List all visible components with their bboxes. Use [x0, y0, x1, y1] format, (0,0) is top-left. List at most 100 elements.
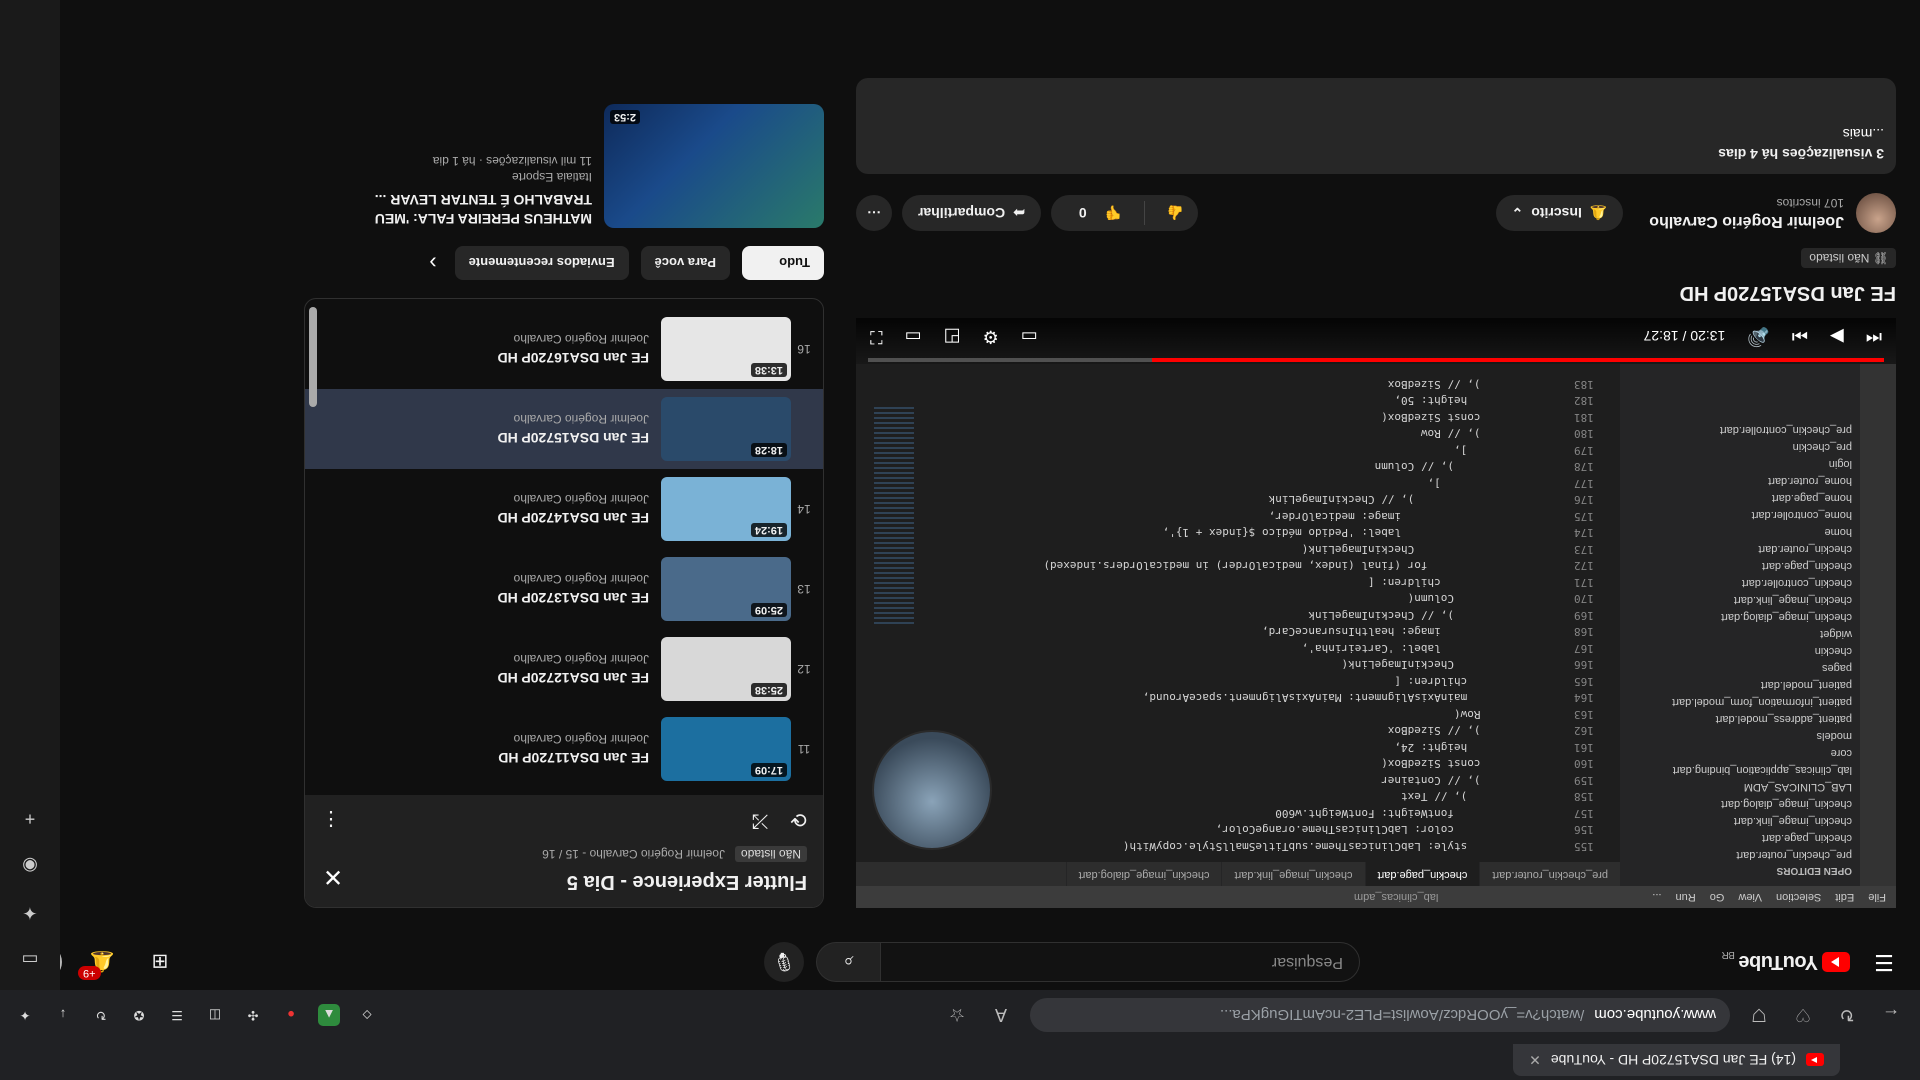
- play-icon[interactable]: ▶: [1830, 326, 1844, 347]
- explorer-item[interactable]: LAB_CLINICAS_ADM: [1628, 776, 1852, 793]
- miniplayer-icon[interactable]: ◰: [944, 326, 961, 347]
- explorer-item[interactable]: core: [1628, 742, 1852, 759]
- more-icon[interactable]: ⋮: [321, 807, 341, 832]
- chip-recently-uploaded[interactable]: Enviados recentemente: [454, 246, 629, 280]
- settings-icon[interactable]: ⚙: [983, 326, 999, 347]
- playlist-item[interactable]: 18:28 FE Jan DSA15720P HD Joelmir Rogério …: [305, 389, 823, 469]
- explorer-item[interactable]: checkin_page.dart: [1628, 827, 1852, 844]
- playlist-item[interactable]: 12 25:38 FE Jan DSA12720P HD Joelmir Rogéri…: [305, 629, 823, 709]
- previous-icon[interactable]: ⏮: [1866, 326, 1882, 347]
- extension-red-icon[interactable]: ●: [280, 1004, 302, 1026]
- chip-for-you[interactable]: Para você: [640, 246, 730, 280]
- explorer-item[interactable]: login: [1628, 453, 1852, 470]
- playlist-item-thumbnail[interactable]: 25:38: [661, 637, 791, 701]
- recommended-title-line1[interactable]: MATHEUS PEREIRA FALA: 'MEU: [375, 209, 592, 228]
- video-player[interactable]: File Edit Selection View Go Run ... lab_…: [856, 318, 1896, 908]
- playlist-item[interactable]: 13 25:09 FE Jan DSA13720P HD Joelmir Rogéri…: [305, 549, 823, 629]
- read-aloud-icon[interactable]: A: [986, 1000, 1016, 1030]
- chip-all[interactable]: Tudo: [742, 246, 824, 280]
- explorer-item[interactable]: checkin_image_link.dart: [1628, 589, 1852, 606]
- dislike-button[interactable]: 👎 0: [1051, 205, 1136, 222]
- menu-icon[interactable]: ☰: [1864, 942, 1904, 982]
- shield-icon[interactable]: ⛉: [1744, 1000, 1774, 1030]
- captions-icon[interactable]: ▭: [1021, 326, 1038, 347]
- volume-icon[interactable]: 🔊: [1747, 326, 1769, 347]
- playlist-item-thumbnail[interactable]: 17:09: [661, 717, 791, 781]
- recommended-video[interactable]: 2:53 MATHEUS PEREIRA FALA: 'MEU TRABALHO…: [304, 104, 824, 228]
- search-button[interactable]: ⌕: [816, 942, 880, 982]
- playlist-item-thumbnail[interactable]: 19:24: [661, 477, 791, 541]
- recommended-title-line2[interactable]: TRABALHO É TENTAR LEVAR ...: [375, 190, 592, 209]
- history-icon[interactable]: ↻: [90, 1004, 112, 1026]
- explorer-item[interactable]: patient_address_model.dart: [1628, 708, 1852, 725]
- create-video-button[interactable]: ⊞: [142, 944, 178, 980]
- fullscreen-icon[interactable]: ⛶: [870, 326, 883, 347]
- explorer-item[interactable]: pre_checkin_controller.dart: [1628, 419, 1852, 436]
- explorer-item[interactable]: home: [1628, 521, 1852, 538]
- next-icon[interactable]: ⏭: [1792, 326, 1808, 347]
- search-input[interactable]: Pesquisar: [880, 942, 1360, 982]
- browser-tab[interactable]: (14) FE Jan DSA15720P HD - YouTube ✕: [1513, 1044, 1840, 1076]
- extension-green-icon[interactable]: ▲: [318, 1004, 340, 1026]
- favorites-icon[interactable]: ✪: [128, 1004, 150, 1026]
- recommended-thumbnail[interactable]: 2:53: [604, 104, 824, 228]
- channel-avatar[interactable]: [1856, 193, 1896, 233]
- explorer-item[interactable]: patient_information_form_model.dart: [1628, 691, 1852, 708]
- add-icon[interactable]: +: [25, 808, 36, 829]
- chevron-right-icon[interactable]: ›: [429, 250, 436, 276]
- explorer-item[interactable]: home_page.dart: [1628, 487, 1852, 504]
- explorer-item[interactable]: pre_checkin_router.dart: [1628, 844, 1852, 861]
- explorer-item[interactable]: pre_checkin: [1628, 436, 1852, 453]
- explorer-item[interactable]: checkin_controller.dart: [1628, 572, 1852, 589]
- explorer-item[interactable]: home_controller.dart: [1628, 504, 1852, 521]
- explorer-item[interactable]: checkin_image_link.dart: [1628, 810, 1852, 827]
- playlist-item[interactable]: 16 13:38 FE Jan DSA16720P HD Joelmir Rogéri…: [305, 309, 823, 389]
- back-button[interactable]: ←: [1876, 1000, 1906, 1030]
- explorer-item[interactable]: checkin_page.dart: [1628, 555, 1852, 572]
- more-actions-button[interactable]: ⋯: [856, 195, 892, 231]
- explorer-item[interactable]: pages: [1628, 657, 1852, 674]
- voice-search-button[interactable]: 🎙: [764, 942, 804, 982]
- address-bar[interactable]: www.youtube.com/watch?v=_yOORdcz/Aowlist…: [1030, 998, 1730, 1032]
- explorer-item[interactable]: widget: [1628, 623, 1852, 640]
- explorer-item[interactable]: checkin_router.dart: [1628, 538, 1852, 555]
- subscribed-button[interactable]: 🔔 Inscrito ⌄: [1495, 195, 1624, 231]
- explorer-item[interactable]: checkin: [1628, 640, 1852, 657]
- reload-button[interactable]: ↻: [1832, 1000, 1862, 1030]
- theater-icon[interactable]: ▭: [905, 326, 922, 347]
- progress-bar[interactable]: [868, 358, 1884, 362]
- playlist-item[interactable]: 14 19:24 FE Jan DSA14720P HD Joelmir Rogéri…: [305, 469, 823, 549]
- youtube-logo[interactable]: YouTube BR: [1722, 950, 1850, 975]
- explorer-item[interactable]: models: [1628, 725, 1852, 742]
- explorer-item[interactable]: patient_model.dart: [1628, 674, 1852, 691]
- download-icon[interactable]: ↓: [52, 1004, 74, 1026]
- shuffle-icon[interactable]: ⤮: [752, 807, 768, 832]
- share-button[interactable]: ➦ Compartilhar: [902, 195, 1041, 231]
- description-more[interactable]: ...mais: [868, 126, 1884, 142]
- playlist-item-thumbnail[interactable]: 18:28: [661, 397, 791, 461]
- like-button[interactable]: 👍: [1153, 205, 1198, 222]
- extension-icon[interactable]: ⬦: [356, 1004, 378, 1026]
- close-icon[interactable]: ✕: [1529, 1052, 1541, 1069]
- playlist-item-thumbnail[interactable]: 13:38: [661, 317, 791, 381]
- close-icon[interactable]: ✕: [323, 862, 343, 891]
- explorer-item[interactable]: checkin_image_dialog.dart: [1628, 606, 1852, 623]
- playlist-title[interactable]: Flutter Experience - Dia 5: [321, 870, 807, 893]
- discover-icon[interactable]: ◉: [22, 855, 38, 876]
- description-box[interactable]: 3 visualizações há 4 dias ...mais: [856, 78, 1896, 174]
- split-screen-icon[interactable]: ◫: [204, 1004, 226, 1026]
- notifications-button[interactable]: 🔔 +9: [78, 944, 120, 980]
- favorite-icon[interactable]: ♡: [1788, 1000, 1818, 1030]
- explorer-item[interactable]: home_router.dart: [1628, 470, 1852, 487]
- loop-icon[interactable]: ⟳: [790, 807, 807, 832]
- explorer-item[interactable]: checkin_image_dialog.dart: [1628, 793, 1852, 810]
- explorer-item[interactable]: lab_clinicas_application_binding.dart: [1628, 759, 1852, 776]
- collections-icon[interactable]: ☰: [166, 1004, 188, 1026]
- copilot-icon[interactable]: ✦: [22, 902, 37, 923]
- star-icon[interactable]: ☆: [942, 1000, 972, 1030]
- playlist-scrollbar[interactable]: [309, 307, 317, 407]
- channel-name[interactable]: Joelmir Rogério Carvalho: [1649, 212, 1844, 230]
- playlist-item-thumbnail[interactable]: 25:09: [661, 557, 791, 621]
- playlist-item[interactable]: 11 17:09 FE Jan DSA11720P HD Joelmir Rogéri…: [305, 709, 823, 789]
- sidebar-toggle-icon[interactable]: ▭: [22, 949, 39, 970]
